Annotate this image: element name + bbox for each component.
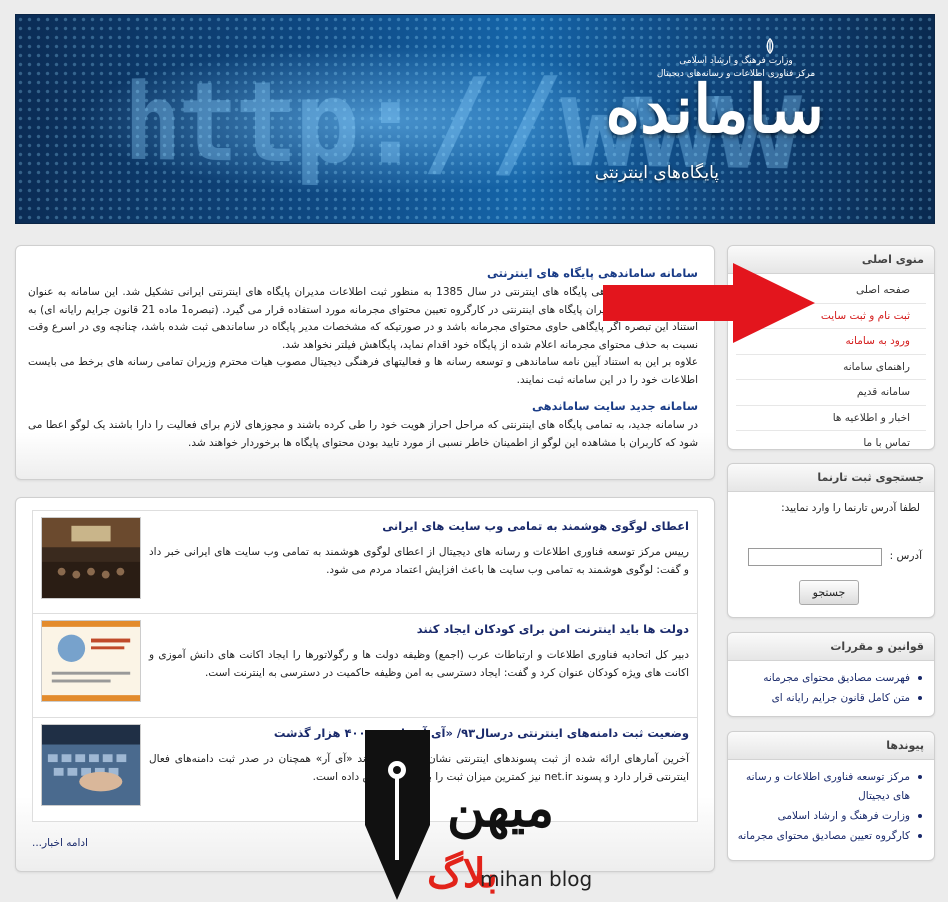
- menu-item-contact[interactable]: تماس با ما: [736, 431, 926, 457]
- intro-paragraph-2: علاوه بر این به استناد آیین نامه سامانده…: [28, 356, 698, 386]
- links-panel: پیوندها مرکز توسعه فناوری اطلاعات و رسان…: [727, 731, 935, 861]
- red-arrow-icon: [603, 263, 815, 343]
- link-it-center[interactable]: مرکز توسعه فناوری اطلاعات و رسانه های دی…: [736, 768, 922, 806]
- menu-item-old-system[interactable]: سامانه قدیم: [736, 380, 926, 406]
- search-button[interactable]: جستجو: [799, 580, 859, 605]
- header-banner: http://www وزارت فرهنگ و ارشاد اسلامی مر…: [15, 14, 935, 224]
- links-title: پیوندها: [728, 732, 934, 760]
- address-input[interactable]: [748, 548, 882, 566]
- law-link-criminal-content-list[interactable]: فهرست مصادیق محتوای مجرمانه: [736, 669, 922, 688]
- news-body: دبیر کل اتحادیه فناوری اطلاعات و ارتباطا…: [149, 649, 689, 679]
- more-news-link[interactable]: ادامه اخبار...: [32, 837, 88, 849]
- news-title[interactable]: دولت ها باید اینترنت امن برای کودکان ایج…: [149, 622, 689, 636]
- link-ministry[interactable]: وزارت فرهنگ و ارشاد اسلامی: [736, 807, 922, 826]
- menu-item-news[interactable]: اخبار و اطلاعیه ها: [736, 406, 926, 431]
- news-title[interactable]: اعطای لوگوی هوشمند به تمامی وب سایت های …: [149, 519, 689, 533]
- search-prompt: لطفا آدرس تارنما را وارد نمایید:: [781, 502, 920, 514]
- mihanblog-watermark: میهن بلاگ mihan blog: [355, 730, 615, 900]
- ministry-line-1: وزارت فرهنگ و ارشاد اسلامی: [679, 56, 793, 66]
- news-item: دولت ها باید اینترنت امن برای کودکان ایج…: [32, 614, 698, 718]
- new-system-paragraph: در سامانه جدید، به تمامی پایگاه های اینت…: [28, 419, 698, 449]
- laws-panel: قوانین و مقررات فهرست مصادیق محتوای مجرم…: [727, 632, 935, 717]
- intro-paragraph: سایت سامانه ساماندهی پایگاه های اینترنتی…: [28, 286, 699, 351]
- watermark-en: mihan blog: [480, 867, 593, 891]
- laws-title: قوانین و مقررات: [728, 633, 934, 661]
- site-logo[interactable]: سامانده: [606, 70, 824, 148]
- news-thumbnail-keyboard[interactable]: [41, 724, 141, 806]
- new-system-title: سامانه جدید سایت ساماندهی: [531, 399, 698, 413]
- menu-item-guide[interactable]: راهنمای سامانه: [736, 355, 926, 380]
- site-search-panel: جستجوی ثبت تارنما لطفا آدرس تارنما را وا…: [727, 463, 935, 618]
- law-link-cybercrime-act[interactable]: متن کامل قانون جرایم رایانه ای: [736, 689, 922, 708]
- news-thumbnail-poster[interactable]: [41, 620, 141, 702]
- address-label: آدرس :: [889, 550, 922, 562]
- site-search-title: جستجوی ثبت تارنما: [728, 464, 934, 492]
- links-list: مرکز توسعه فناوری اطلاعات و رسانه های دی…: [728, 760, 934, 846]
- intro-title: سامانه ساماندهی پایگاه های اینترنتی: [486, 266, 698, 280]
- site-subtitle: پایگاه‌های اینترنتی: [594, 163, 719, 183]
- laws-list: فهرست مصادیق محتوای مجرمانه متن کامل قان…: [728, 661, 934, 708]
- news-body: رییس مرکز توسعه فناوری اطلاعات و رسانه ه…: [149, 546, 689, 576]
- watermark-fa: میهن: [447, 778, 555, 839]
- news-item: اعطای لوگوی هوشمند به تمامی وب سایت های …: [32, 510, 698, 614]
- page: http://www وزارت فرهنگ و ارشاد اسلامی مر…: [0, 0, 948, 902]
- news-thumbnail-conference[interactable]: [41, 517, 141, 599]
- link-working-group[interactable]: کارگروه تعیین مصادیق محتوای مجرمانه: [736, 827, 922, 846]
